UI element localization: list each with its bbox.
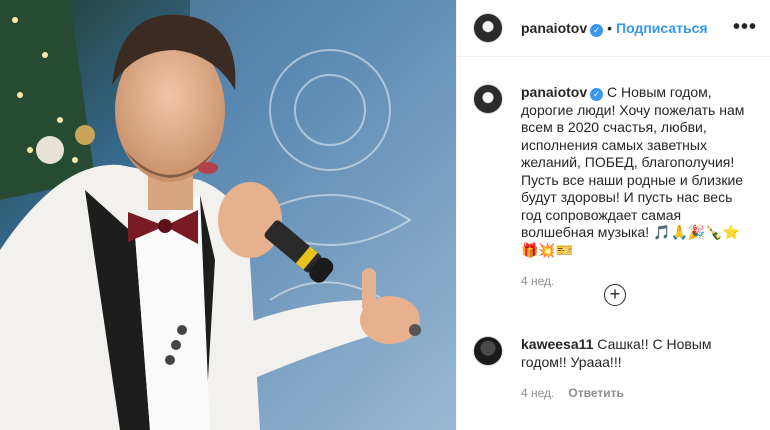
header-author: panaiotov ✓ • Подписаться <box>521 20 708 38</box>
post-header: panaiotov ✓ • Подписаться ••• <box>457 0 770 57</box>
post-side-panel: panaiotov ✓ • Подписаться ••• panaiotov ✓ С … <box>456 0 770 430</box>
author-avatar[interactable] <box>473 13 503 43</box>
comment-meta: 4 нед. Ответить <box>521 385 751 403</box>
caption-username[interactable]: panaiotov <box>521 84 587 100</box>
comment-time[interactable]: 4 нед. <box>521 386 554 400</box>
commenter-avatar[interactable] <box>473 336 503 366</box>
header-username[interactable]: panaiotov <box>521 20 587 36</box>
load-more-comments-icon[interactable]: + <box>604 284 626 306</box>
caption-avatar[interactable] <box>473 84 503 114</box>
header-separator: • <box>607 20 613 36</box>
post-caption: panaiotov ✓ С Новым годом, дорогие люди! … <box>521 84 751 291</box>
caption-verified-badge-icon: ✓ <box>590 88 604 101</box>
post-image <box>0 0 456 430</box>
reply-button[interactable]: Ответить <box>568 386 623 400</box>
verified-badge-icon: ✓ <box>590 24 604 37</box>
post-photo[interactable] <box>0 0 456 430</box>
post-time[interactable]: 4 нед. <box>521 273 751 291</box>
caption-text: С Новым годом, дорогие люди! Хочу пожела… <box>521 84 745 258</box>
comment-item: kaweesa11 Сашка!! С Новым годом!! Ураaa!… <box>521 336 751 403</box>
commenter-username[interactable]: kaweesa11 <box>521 336 593 352</box>
more-options-icon[interactable]: ••• <box>733 16 757 39</box>
follow-button[interactable]: Подписаться <box>616 20 708 36</box>
